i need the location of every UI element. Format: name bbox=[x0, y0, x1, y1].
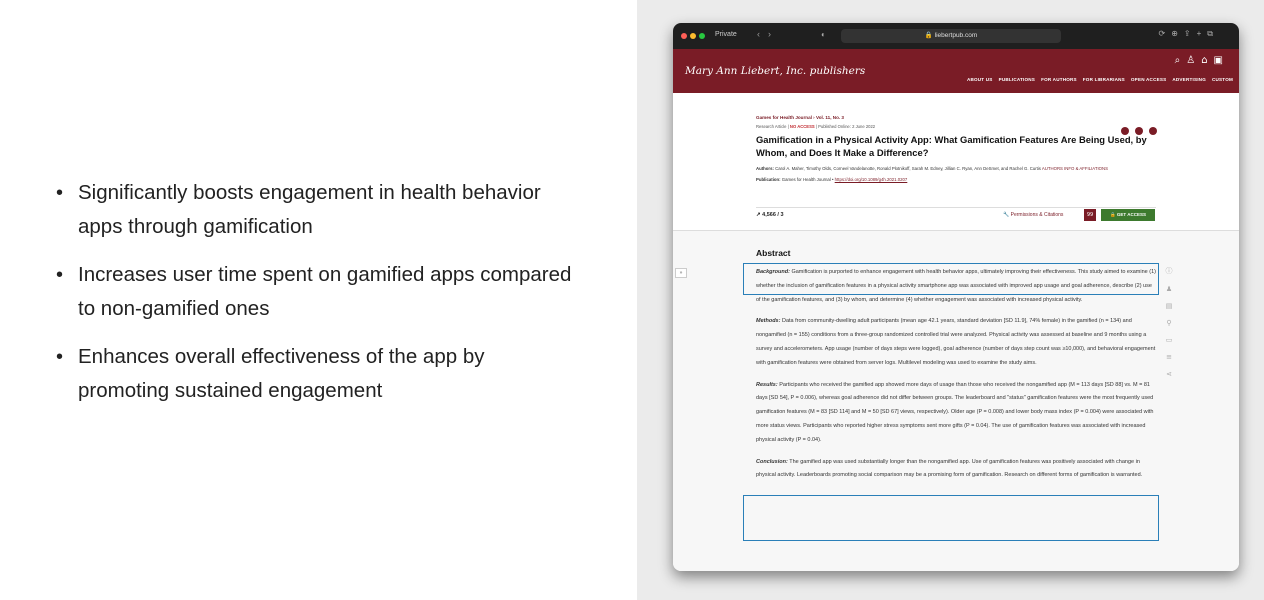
conclusion-label: Conclusion: bbox=[756, 458, 788, 465]
people-icon[interactable]: ♟ bbox=[1163, 285, 1175, 293]
get-access-label: GET ACCESS bbox=[1116, 212, 1146, 217]
close-window-button[interactable] bbox=[681, 33, 687, 39]
list-icon[interactable]: ≡ bbox=[1163, 353, 1175, 361]
shield-icon[interactable]: ◐ bbox=[821, 30, 826, 39]
bullet-text: Significantly boosts engagement in healt… bbox=[78, 181, 541, 238]
authors-label: Authors: bbox=[756, 166, 774, 171]
highlight-box-background bbox=[743, 263, 1159, 295]
abstract-heading: Abstract bbox=[756, 248, 791, 258]
bullet-text: Enhances overall effectiveness of the ap… bbox=[78, 345, 485, 402]
article-title: Gamification in a Physical Activity App:… bbox=[756, 134, 1147, 158]
publication-label: Publication: bbox=[756, 177, 781, 182]
results-text: Participants who received the gamified a… bbox=[756, 381, 1154, 443]
minimize-window-button[interactable] bbox=[690, 33, 696, 39]
browser-actions-icon[interactable]: ⟳⊕⇪+⧉ bbox=[1159, 29, 1220, 39]
nav-publications[interactable]: PUBLICATIONS bbox=[999, 77, 1036, 82]
article-header: Games for Health Journal › Vol. 11, No. … bbox=[756, 115, 1157, 182]
methods-text: Data from community-dwelling adult parti… bbox=[756, 318, 1156, 366]
access-badge: NO ACCESS bbox=[789, 124, 815, 129]
nav-custom[interactable]: CUSTOM bbox=[1212, 77, 1233, 82]
authors-info-link[interactable]: AUTHORS INFO & AFFILIATIONS bbox=[1042, 166, 1108, 171]
bullet-item: • Significantly boosts engagement in heal… bbox=[56, 181, 541, 238]
collapse-sidebar-icon[interactable]: » bbox=[675, 268, 687, 278]
site-header: Mary Ann Liebert, Inc. publishers ⌕♙⌂▣ A… bbox=[673, 49, 1239, 93]
maximize-window-button[interactable] bbox=[699, 33, 705, 39]
authors-list[interactable]: Carol A. Maher, Timothy Olds, Corneel Va… bbox=[775, 166, 1041, 171]
permissions-link[interactable]: 🔧 Permissions & Citations bbox=[1003, 212, 1063, 218]
bullet-item: • Increases user time spent on gamified a… bbox=[56, 263, 572, 320]
header-icons[interactable]: ⌕♙⌂▣ bbox=[1175, 55, 1229, 66]
side-tools: ⓘ ♟ ▤ ⚲ ▭ ≡ ⋖ bbox=[1163, 266, 1175, 378]
document-icon[interactable]: ▤ bbox=[1163, 302, 1175, 310]
bullet-text: Increases user time spent on gamified ap… bbox=[78, 263, 572, 320]
article-meta: Research Article | NO ACCESS | Published… bbox=[756, 124, 876, 129]
browser-toolbar: Private ‹› ◐ 🔒 liebertpub.com ⟳⊕⇪+⧉ bbox=[673, 23, 1239, 49]
abstract-conclusion: Conclusion: The gamified app was used su… bbox=[756, 456, 1156, 484]
export-icon[interactable] bbox=[1149, 127, 1157, 135]
publication-name: Games for Health Journal bbox=[781, 177, 831, 182]
nav-librarians[interactable]: FOR LIBRARIANS bbox=[1083, 77, 1125, 82]
site-nav: ABOUT US PUBLICATIONS FOR AUTHORS FOR LI… bbox=[967, 77, 1233, 82]
highlight-box-conclusion bbox=[743, 495, 1159, 541]
nav-authors[interactable]: FOR AUTHORS bbox=[1041, 77, 1077, 82]
metrics-value: 4,566 / 3 bbox=[762, 212, 784, 218]
nav-about[interactable]: ABOUT US bbox=[967, 77, 993, 82]
nav-open-access[interactable]: OPEN ACCESS bbox=[1131, 77, 1166, 82]
bullet-item: • Enhances overall effectiveness of the a… bbox=[56, 345, 485, 402]
abstract-results: Results: Participants who received the g… bbox=[756, 379, 1156, 448]
divider bbox=[756, 207, 1156, 208]
breadcrumb[interactable]: Games for Health Journal › Vol. 11, No. … bbox=[756, 115, 1156, 120]
publication-line: Publication: Games for Health Journal • … bbox=[756, 177, 908, 182]
doi-link[interactable]: https://doi.org/10.1089/g4h.2021.0207 bbox=[835, 177, 908, 182]
authors-line: Authors: Carol A. Maher, Timothy Olds, C… bbox=[756, 165, 1156, 172]
browser-window: Private ‹› ◐ 🔒 liebertpub.com ⟳⊕⇪+⧉ Mary… bbox=[673, 23, 1239, 571]
address-bar[interactable]: 🔒 liebertpub.com bbox=[841, 29, 1061, 43]
permissions-text: Permissions & Citations bbox=[1010, 212, 1064, 218]
site-logo[interactable]: Mary Ann Liebert, Inc. publishers bbox=[685, 65, 865, 77]
conclusion-text: The gamified app was used substantially … bbox=[756, 458, 1143, 479]
share-side-icon[interactable]: ⋖ bbox=[1163, 370, 1175, 378]
published-date: Published Online: 2 June 2022 bbox=[818, 124, 876, 129]
nav-advertising[interactable]: ADVERTISING bbox=[1172, 77, 1206, 82]
link-icon[interactable]: ⚲ bbox=[1163, 319, 1175, 327]
info-icon[interactable]: ⓘ bbox=[1163, 266, 1175, 276]
slide-bullet-list: • Significantly boosts engagement in heal… bbox=[52, 176, 572, 422]
share-icon[interactable] bbox=[1121, 127, 1129, 135]
methods-label: Methods: bbox=[756, 318, 781, 325]
back-forward-icon[interactable]: ‹› bbox=[757, 29, 779, 39]
abstract-methods: Methods: Data from community-dwelling ad… bbox=[756, 315, 1156, 370]
divider bbox=[673, 230, 1239, 231]
cite-icon[interactable]: 99 bbox=[1084, 209, 1096, 221]
get-access-button[interactable]: 🔒 GET ACCESS bbox=[1101, 209, 1155, 221]
share-icons bbox=[1121, 127, 1157, 135]
url-text: liebertpub.com bbox=[934, 32, 978, 39]
image-icon[interactable]: ▭ bbox=[1163, 336, 1175, 344]
bookmark-icon[interactable] bbox=[1135, 127, 1143, 135]
metrics: ↗ 4,566 / 3 bbox=[756, 212, 784, 218]
private-tab-label[interactable]: Private bbox=[715, 31, 737, 38]
article-type: Research Article bbox=[756, 124, 787, 129]
results-label: Results: bbox=[756, 381, 778, 388]
